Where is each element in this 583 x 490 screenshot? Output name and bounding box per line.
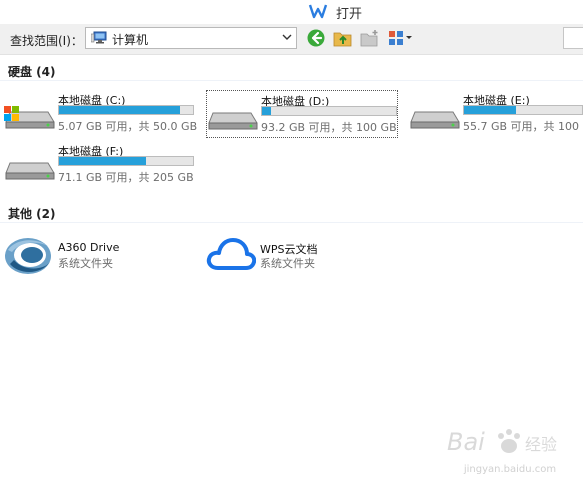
drive-usage-fill xyxy=(262,107,272,115)
group-header-hard-disks: 硬盘 (4) xyxy=(8,65,56,79)
toolbar: 查找范围(I)： 计算机 xyxy=(0,24,583,55)
chevron-down-icon xyxy=(282,34,292,40)
drive-d[interactable]: 本地磁盘 (D:) 93.2 GB 可用，共 100 GB xyxy=(206,90,398,138)
wps-cloud-icon xyxy=(206,238,256,270)
drive-free-space: 5.07 GB 可用，共 50.0 GB xyxy=(58,120,198,133)
drive-usage-bar xyxy=(58,156,194,166)
computer-icon xyxy=(91,31,107,44)
search-box[interactable] xyxy=(563,27,583,49)
divider xyxy=(0,80,583,81)
drive-free-space: 71.1 GB 可用，共 205 GB xyxy=(58,171,194,184)
drive-usage-bar xyxy=(463,105,583,115)
drive-free-space: 93.2 GB 可用，共 100 GB xyxy=(261,121,397,134)
drive-usage-bar xyxy=(58,105,194,115)
drive-f[interactable]: 本地磁盘 (F:) 71.1 GB 可用，共 205 GB xyxy=(4,141,204,189)
hard-drive-icon xyxy=(208,112,258,130)
look-in-label: 查找范围(I)： xyxy=(10,34,83,48)
folder-type: 系统文件夹 xyxy=(260,257,315,270)
look-in-dropdown[interactable]: 计算机 xyxy=(85,27,297,49)
drive-usage-fill xyxy=(59,157,147,165)
baidu-jingyan-logo-icon: Bai 经验 xyxy=(447,428,557,456)
drive-c[interactable]: 本地磁盘 (C:) 5.07 GB 可用，共 50.0 GB xyxy=(4,90,204,138)
drive-free-space: 55.7 GB 可用，共 100 GB xyxy=(463,120,583,133)
svg-text:经验: 经验 xyxy=(525,435,557,454)
window-title: 打开 xyxy=(336,7,363,22)
baidu-watermark: Bai 经验 jingyan.baidu.com xyxy=(445,422,575,482)
drive-e[interactable]: 本地磁盘 (E:) 55.7 GB 可用，共 100 GB xyxy=(409,90,583,138)
drive-usage-fill xyxy=(59,106,180,114)
divider xyxy=(0,222,583,223)
folder-a360-drive[interactable]: A360 Drive 系统文件夹 xyxy=(4,234,204,278)
new-folder-button[interactable] xyxy=(360,28,380,48)
drive-usage-fill xyxy=(464,106,516,114)
up-folder-button[interactable] xyxy=(333,28,353,48)
svg-text:Bai: Bai xyxy=(447,428,485,456)
a360-drive-icon xyxy=(5,238,51,274)
watermark-url: jingyan.baidu.com xyxy=(463,464,557,475)
back-button[interactable] xyxy=(306,28,326,48)
folder-name: A360 Drive xyxy=(58,241,120,254)
title-bar: 打开 xyxy=(0,0,583,24)
group-header-others: 其他 (2) xyxy=(8,207,56,221)
hard-drive-icon xyxy=(5,162,55,180)
folder-wps-cloud[interactable]: WPS云文档 系统文件夹 xyxy=(206,234,406,278)
wps-logo-icon xyxy=(308,4,328,19)
folder-type: 系统文件夹 xyxy=(58,257,113,270)
hard-drive-icon xyxy=(410,111,460,129)
view-menu-button[interactable] xyxy=(387,28,415,48)
drive-usage-bar xyxy=(261,106,397,116)
look-in-value: 计算机 xyxy=(112,33,149,47)
hard-drive-windows-icon xyxy=(4,106,55,129)
